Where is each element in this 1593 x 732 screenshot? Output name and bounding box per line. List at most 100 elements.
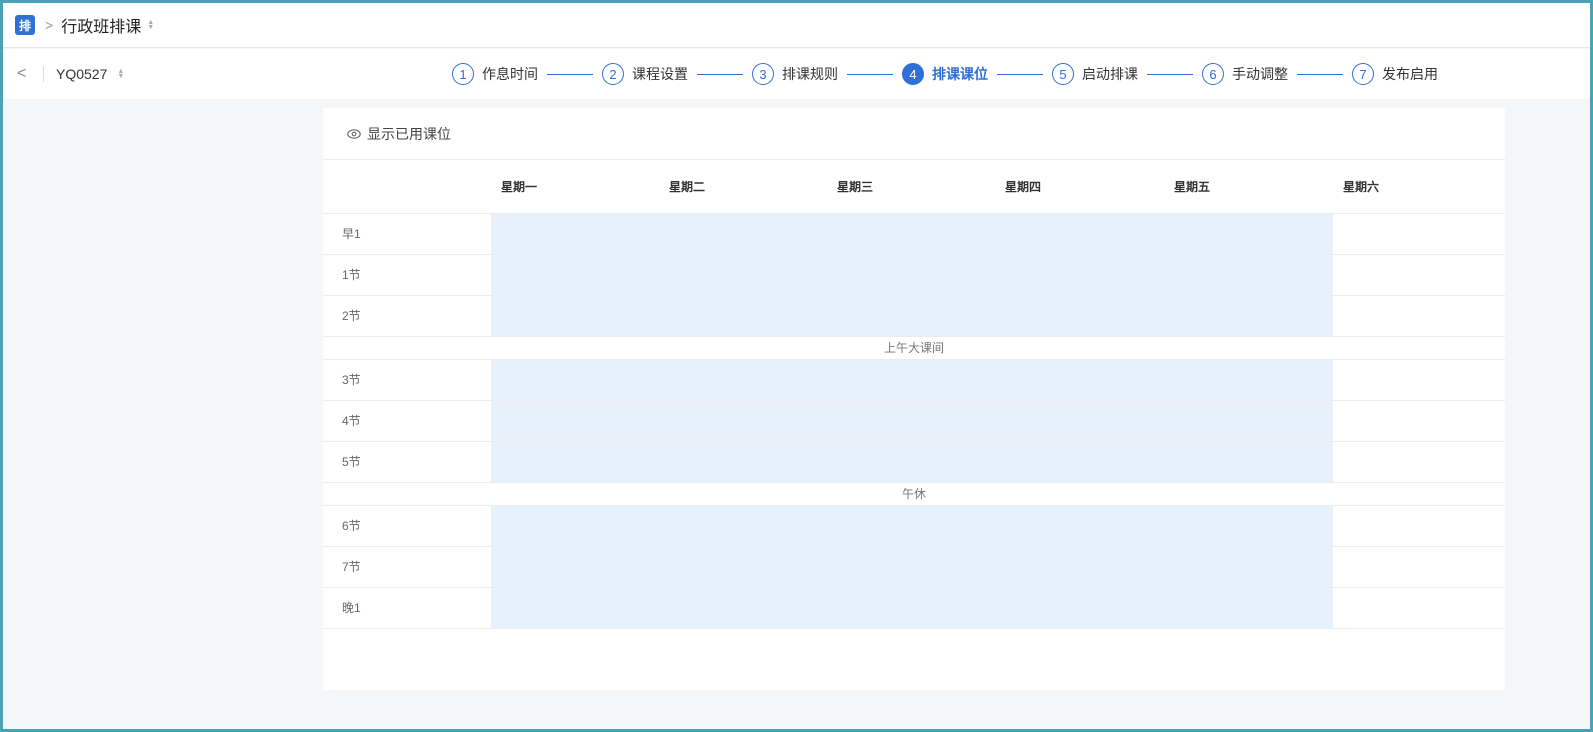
day-header: 星期三 xyxy=(827,160,995,214)
timetable-slot[interactable] xyxy=(1333,587,1505,629)
timetable-slot[interactable] xyxy=(659,505,827,547)
timetable-slot[interactable] xyxy=(827,505,995,547)
eye-icon[interactable] xyxy=(347,128,361,139)
step-1[interactable]: 1 作息时间 xyxy=(452,63,538,85)
timetable-slot[interactable] xyxy=(659,587,827,629)
step-label: 发布启用 xyxy=(1382,66,1438,82)
timetable-slot[interactable] xyxy=(995,400,1164,442)
period-row: 1节 xyxy=(323,254,1505,296)
timetable-slot[interactable] xyxy=(491,254,659,296)
period-label: 6节 xyxy=(323,505,491,547)
timetable-slot[interactable] xyxy=(491,505,659,547)
timetable-slot[interactable] xyxy=(1164,546,1333,588)
timetable-slot[interactable] xyxy=(827,546,995,588)
timetable-slot[interactable] xyxy=(659,295,827,337)
timetable-slot[interactable] xyxy=(491,546,659,588)
timetable-slot[interactable] xyxy=(659,359,827,401)
step-connector xyxy=(547,73,593,75)
timetable-slot[interactable] xyxy=(995,213,1164,255)
timetable-slot[interactable] xyxy=(1164,295,1333,337)
timetable-slot[interactable] xyxy=(995,441,1164,483)
timetable-slot[interactable] xyxy=(491,587,659,629)
timetable-slot[interactable] xyxy=(659,254,827,296)
timetable-slot[interactable] xyxy=(827,587,995,629)
day-header-row: 星期一 星期二 星期三 星期四 星期五 星期六 xyxy=(323,160,1505,214)
timetable-slot[interactable] xyxy=(1164,505,1333,547)
step-6[interactable]: 6 手动调整 xyxy=(1202,63,1288,85)
timetable-slot[interactable] xyxy=(1333,295,1505,337)
timetable-slot[interactable] xyxy=(659,441,827,483)
day-header: 星期四 xyxy=(995,160,1164,214)
step-2[interactable]: 2 课程设置 xyxy=(602,63,688,85)
timetable-slot[interactable] xyxy=(491,400,659,442)
timetable-slot[interactable] xyxy=(1164,254,1333,296)
step-number: 1 xyxy=(452,63,474,85)
timetable-slot[interactable] xyxy=(491,359,659,401)
timetable-slot[interactable] xyxy=(827,359,995,401)
period-label: 晚1 xyxy=(323,587,491,629)
timetable-slot[interactable] xyxy=(1333,400,1505,442)
step-7[interactable]: 7 发布启用 xyxy=(1352,63,1438,85)
timetable-slot[interactable] xyxy=(491,213,659,255)
timetable-slot[interactable] xyxy=(995,359,1164,401)
step-navigator: 1 作息时间 2 课程设置 3 排课规则 4 排课课位 5 启动排课 6 手动调整 7 发布启用 xyxy=(452,49,1438,99)
step-number: 7 xyxy=(1352,63,1374,85)
title-switch-icon[interactable]: ▲ ▼ xyxy=(147,19,154,31)
break-row: 午休 xyxy=(323,482,1505,506)
step-number: 5 xyxy=(1052,63,1074,85)
timetable-slot[interactable] xyxy=(1333,213,1505,255)
timetable-slot[interactable] xyxy=(1164,587,1333,629)
timetable-slot[interactable] xyxy=(995,505,1164,547)
day-header: 星期二 xyxy=(659,160,827,214)
period-row: 早1 xyxy=(323,213,1505,255)
timetable-slot[interactable] xyxy=(491,295,659,337)
timetable-slot[interactable] xyxy=(827,441,995,483)
timetable-slot[interactable] xyxy=(1333,359,1505,401)
plan-name[interactable]: YQ0527 xyxy=(56,66,107,82)
step-bar: < YQ0527 ▲ ▼ 1 作息时间 2 课程设置 3 排课规则 4 排课课位 5 启动排课 6 手动… xyxy=(3,49,1590,99)
day-header: 星期五 xyxy=(1164,160,1333,214)
step-label: 手动调整 xyxy=(1232,66,1288,82)
top-header: 排 > 行政班排课 ▲ ▼ xyxy=(3,3,1590,48)
timetable-slot[interactable] xyxy=(827,254,995,296)
timetable-slot[interactable] xyxy=(659,400,827,442)
timetable-slot[interactable] xyxy=(659,546,827,588)
timetable-slot[interactable] xyxy=(1333,546,1505,588)
timetable-slot[interactable] xyxy=(1333,505,1505,547)
timetable-slot[interactable] xyxy=(1164,400,1333,442)
timetable-slot[interactable] xyxy=(491,441,659,483)
step-number: 2 xyxy=(602,63,624,85)
period-row: 5节 xyxy=(323,441,1505,483)
step-label: 课程设置 xyxy=(632,66,688,82)
period-label: 早1 xyxy=(323,213,491,255)
timetable-slot[interactable] xyxy=(1164,359,1333,401)
timetable-slot[interactable] xyxy=(995,587,1164,629)
step-number: 3 xyxy=(752,63,774,85)
period-row: 7节 xyxy=(323,546,1505,588)
step-4[interactable]: 4 排课课位 xyxy=(902,63,988,85)
timetable-slot[interactable] xyxy=(1164,441,1333,483)
page-title[interactable]: 行政班排课 xyxy=(61,13,141,37)
timetable-slot[interactable] xyxy=(1333,441,1505,483)
timetable-slot[interactable] xyxy=(995,546,1164,588)
plan-switch-icon[interactable]: ▲ ▼ xyxy=(117,68,124,80)
show-used-slots-toggle[interactable]: 显示已用课位 xyxy=(367,124,451,144)
timetable-slot[interactable] xyxy=(827,295,995,337)
step-5[interactable]: 5 启动排课 xyxy=(1052,63,1138,85)
period-row: 4节 xyxy=(323,400,1505,442)
back-button[interactable]: < xyxy=(17,65,37,83)
period-label: 7节 xyxy=(323,546,491,588)
timetable-slot[interactable] xyxy=(995,254,1164,296)
step-3[interactable]: 3 排课规则 xyxy=(752,63,838,85)
timetable-slot[interactable] xyxy=(995,295,1164,337)
step-connector xyxy=(697,73,743,75)
timetable-slot[interactable] xyxy=(827,213,995,255)
app-window: 排 > 行政班排课 ▲ ▼ < YQ0527 ▲ ▼ 1 作息时间 2 课程设置 3 排课规则… xyxy=(0,0,1593,732)
break-row: 上午大课间 xyxy=(323,336,1505,360)
timetable-slot[interactable] xyxy=(659,213,827,255)
period-label: 4节 xyxy=(323,400,491,442)
period-label: 5节 xyxy=(323,441,491,483)
timetable-slot[interactable] xyxy=(827,400,995,442)
timetable-slot[interactable] xyxy=(1333,254,1505,296)
timetable-slot[interactable] xyxy=(1164,213,1333,255)
